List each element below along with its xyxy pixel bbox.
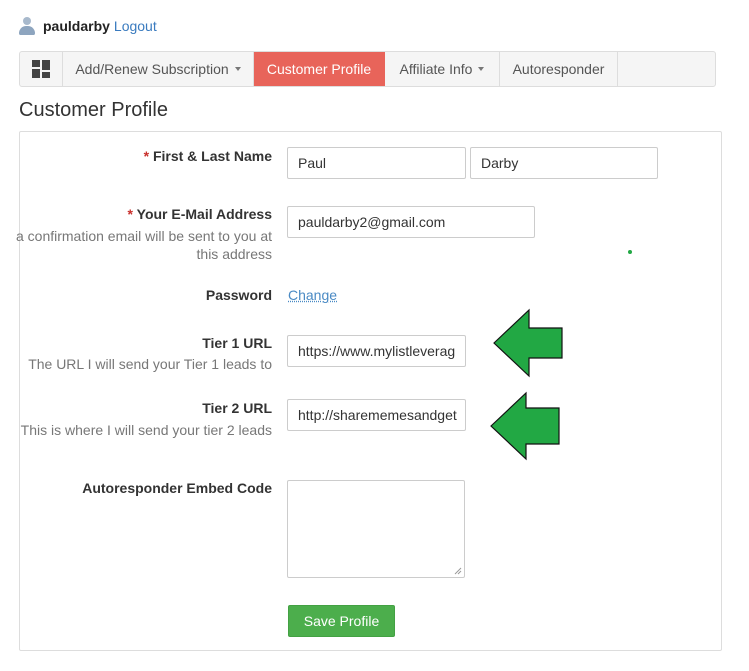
tier2-help-text: This is where I will send your tier 2 le… — [20, 422, 272, 438]
logout-link[interactable]: Logout — [114, 18, 157, 34]
nav-label: Customer Profile — [266, 61, 372, 77]
email-label-text: Your E-Mail Address — [136, 206, 272, 222]
email-help-text: a confirmation email will be sent to you… — [15, 228, 272, 262]
change-password-link[interactable]: Change — [288, 287, 337, 303]
nav-customer-profile[interactable]: Customer Profile — [254, 52, 385, 86]
dashboard-button[interactable] — [20, 52, 63, 86]
required-mark: * — [143, 148, 150, 164]
page-title: Customer Profile — [19, 99, 168, 121]
last-name-input[interactable]: Darby — [470, 147, 658, 179]
caret-down-icon — [478, 67, 485, 71]
save-profile-button[interactable]: Save Profile — [288, 605, 395, 637]
user-bar: pauldarby Logout — [19, 16, 157, 36]
green-dot — [628, 250, 632, 254]
main-nav: Add/Renew Subscription Customer Profile … — [19, 51, 716, 87]
nav-add-renew-subscription[interactable]: Add/Renew Subscription — [63, 52, 254, 86]
nav-label: Autoresponder — [512, 61, 605, 77]
required-mark: * — [127, 206, 133, 222]
green-arrow-icon — [493, 308, 563, 378]
tier2-label: Tier 2 URL — [202, 400, 272, 416]
green-arrow-icon — [490, 391, 560, 461]
tier1-url-input[interactable]: https://www.mylistleverag — [287, 335, 466, 367]
tier1-label: Tier 1 URL — [202, 335, 272, 351]
dashboard-grid-icon — [32, 60, 50, 78]
password-label: Password — [205, 287, 272, 303]
nav-affiliate-info[interactable]: Affiliate Info — [385, 52, 500, 86]
profile-form-panel: * First & Last Name Paul Darby * Your E-… — [16, 131, 722, 651]
tier1-help-text: The URL I will send your Tier 1 leads to — [28, 356, 272, 372]
first-name-input[interactable]: Paul — [287, 147, 466, 179]
tier2-url-input[interactable]: http://sharememesandget — [287, 399, 466, 431]
name-label-text: First & Last Name — [152, 148, 272, 164]
nav-label: Add/Renew Subscription — [75, 61, 229, 77]
email-input[interactable]: pauldarby2@gmail.com — [287, 206, 535, 238]
autoresponder-label: Autoresponder Embed Code — [82, 480, 272, 496]
email-label: * Your E-Mail Address — [12, 206, 272, 222]
nav-autoresponder[interactable]: Autoresponder — [500, 52, 618, 86]
nav-label: Affiliate Info — [399, 61, 473, 77]
user-icon — [19, 17, 35, 35]
name-label: * First & Last Name — [12, 148, 272, 164]
autoresponder-embed-textarea[interactable] — [287, 480, 465, 578]
username: pauldarby — [43, 18, 110, 34]
caret-down-icon — [234, 67, 241, 71]
resize-handle-icon[interactable] — [454, 567, 462, 575]
